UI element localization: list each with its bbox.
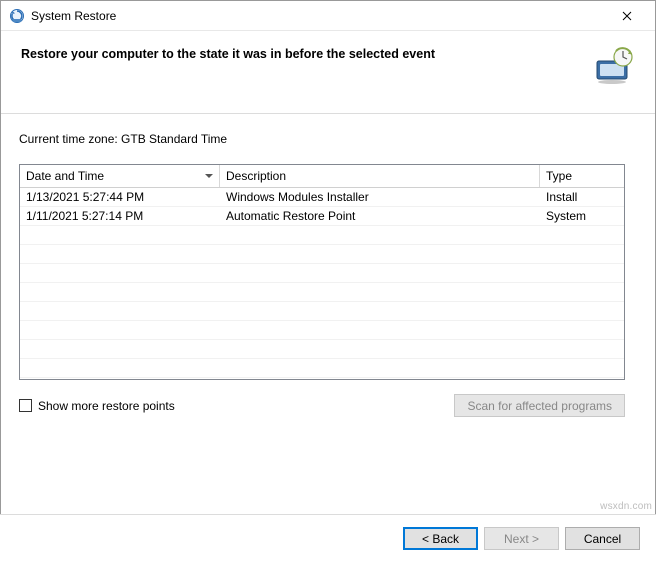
cell-date: 1/11/2021 5:27:14 PM [20, 207, 220, 225]
close-icon [622, 8, 632, 24]
column-header-date[interactable]: Date and Time [20, 165, 220, 187]
main-panel: Current time zone: GTB Standard Time Dat… [1, 113, 655, 427]
show-more-checkbox[interactable] [19, 399, 32, 412]
instruction-text: Restore your computer to the state it wa… [21, 45, 591, 61]
close-button[interactable] [607, 2, 647, 30]
header: Restore your computer to the state it wa… [1, 31, 655, 113]
column-header-type[interactable]: Type [540, 165, 624, 187]
table-row[interactable]: 1/11/2021 5:27:14 PM Automatic Restore P… [20, 207, 624, 226]
restore-points-table[interactable]: Date and Time Description Type 1/13/2021… [19, 164, 625, 380]
system-restore-icon [9, 8, 25, 24]
footer: < Back Next > Cancel [0, 514, 656, 562]
column-header-description[interactable]: Description [220, 165, 540, 187]
table-row: . [20, 264, 624, 283]
cell-description: Automatic Restore Point [220, 207, 540, 225]
timezone-label: Current time zone: GTB Standard Time [19, 132, 637, 146]
scan-affected-programs-button: Scan for affected programs [454, 394, 625, 417]
cell-type: System [540, 207, 624, 225]
watermark: wsxdn.com [600, 501, 652, 512]
cell-type: Install [540, 188, 624, 206]
table-header: Date and Time Description Type [20, 165, 624, 188]
title-bar: System Restore [1, 1, 655, 31]
table-row: . [20, 359, 624, 378]
cell-date: 1/13/2021 5:27:44 PM [20, 188, 220, 206]
table-row: . [20, 340, 624, 359]
table-row: . [20, 245, 624, 264]
restore-hero-icon [591, 45, 635, 85]
table-row: . [20, 283, 624, 302]
table-row[interactable]: 1/13/2021 5:27:44 PM Windows Modules Ins… [20, 188, 624, 207]
cancel-button[interactable]: Cancel [565, 527, 640, 550]
next-button: Next > [484, 527, 559, 550]
show-more-checkbox-wrap[interactable]: Show more restore points [19, 399, 175, 413]
show-more-label: Show more restore points [38, 399, 175, 413]
cell-description: Windows Modules Installer [220, 188, 540, 206]
window-title: System Restore [31, 9, 607, 23]
under-table-row: Show more restore points Scan for affect… [19, 394, 625, 417]
table-body: 1/13/2021 5:27:44 PM Windows Modules Ins… [20, 188, 624, 380]
back-button[interactable]: < Back [403, 527, 478, 550]
table-row: . [20, 302, 624, 321]
table-row: . [20, 321, 624, 340]
table-row: . [20, 226, 624, 245]
